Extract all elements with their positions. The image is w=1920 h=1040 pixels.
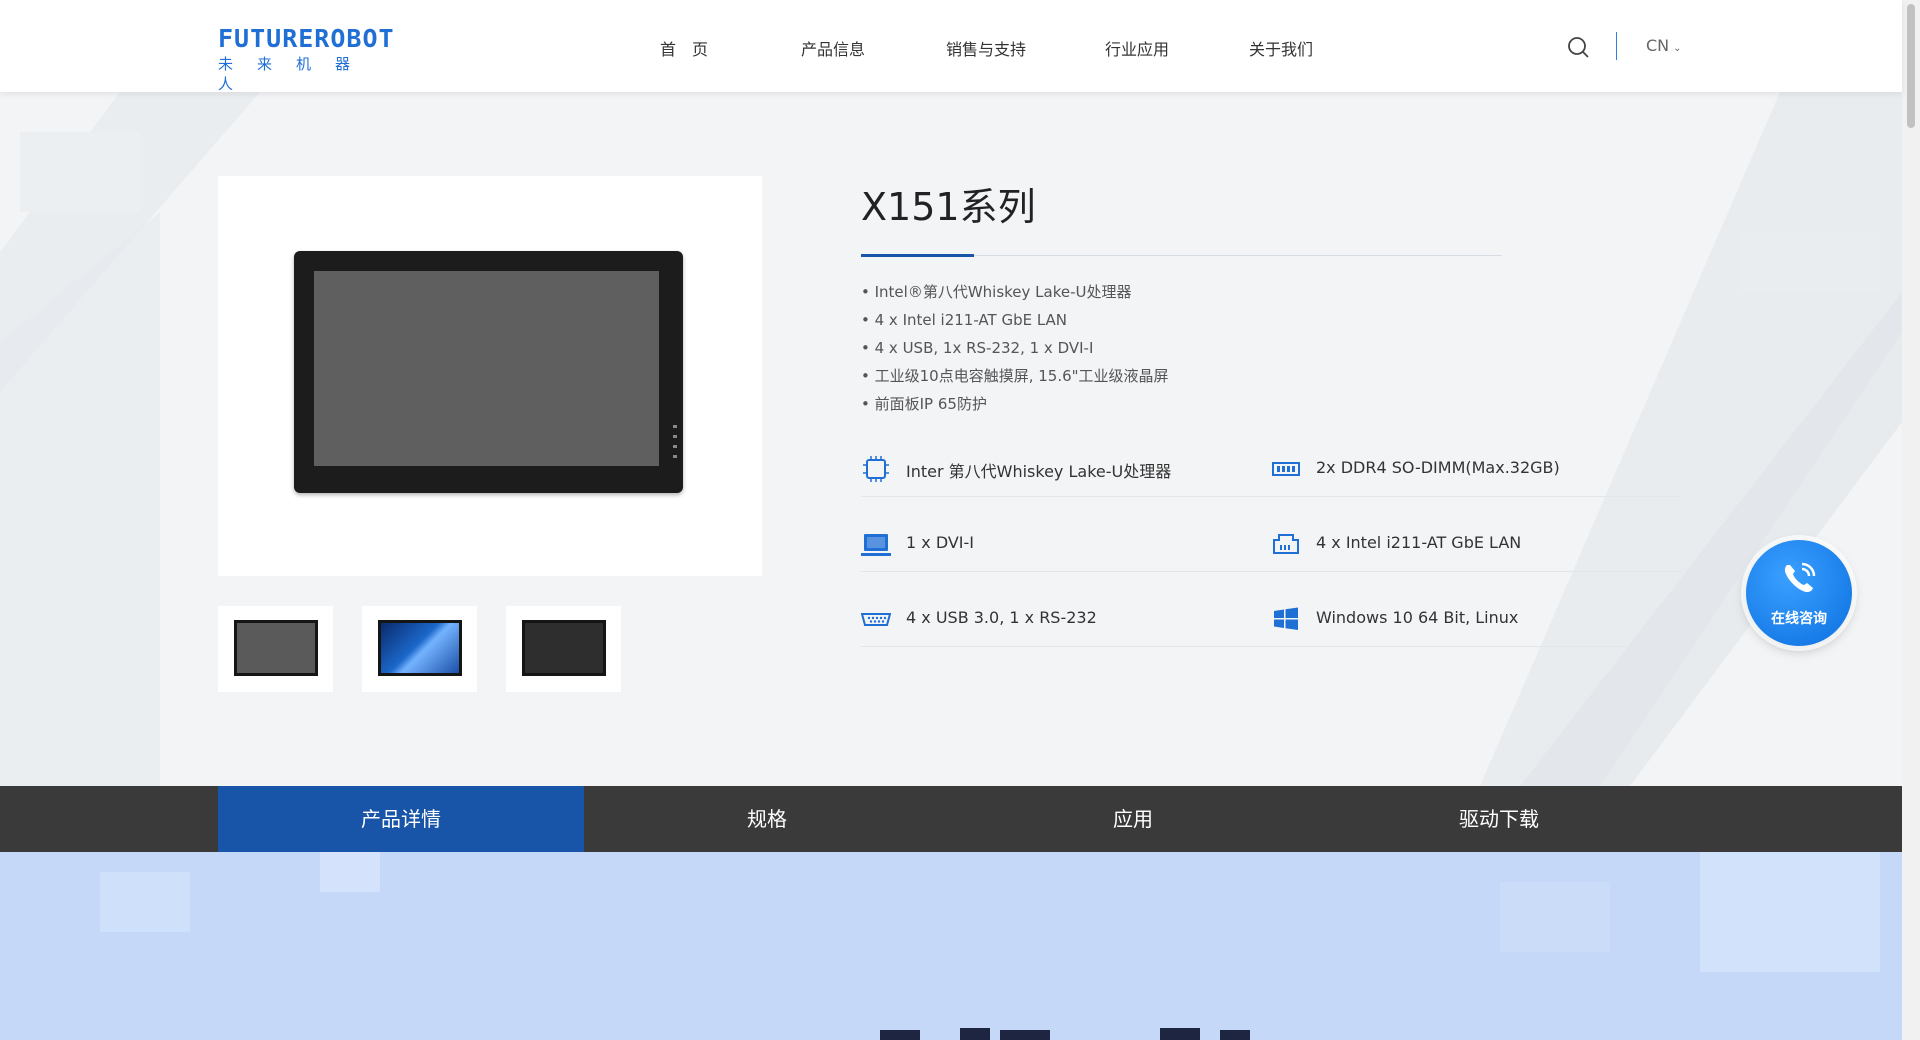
spec-cpu: Inter 第八代Whiskey Lake-U处理器 (861, 432, 1241, 506)
nav-home[interactable]: 首 页 (660, 36, 708, 60)
tab-applications[interactable]: 应用 (950, 786, 1316, 852)
consult-label: 在线咨询 (1771, 611, 1827, 627)
search-icon[interactable] (1567, 36, 1589, 58)
spec-os: Windows 10 64 Bit, Linux (1271, 582, 1671, 656)
language-label: CN (1646, 36, 1670, 55)
header-divider (1616, 32, 1617, 60)
feature-item: • 4 x Intel i211-AT GbE LAN (861, 311, 1068, 329)
language-selector[interactable]: CN ⌄ (1646, 36, 1682, 55)
cpu-icon (863, 456, 889, 482)
feature-item: • 4 x USB, 1x RS-232, 1 x DVI-I (861, 339, 1094, 357)
spec-text: 4 x Intel i211-AT GbE LAN (1316, 533, 1522, 552)
scrollbar-thumb[interactable] (1907, 4, 1915, 128)
tab-product-details[interactable]: 产品详情 (218, 786, 584, 852)
feature-item: • 工业级10点电容触摸屏, 15.6"工业级液晶屏 (861, 367, 1169, 385)
feature-item: • Intel®第八代Whiskey Lake-U处理器 (861, 283, 1132, 301)
logo-text-cn: 未来机器人 (218, 55, 375, 93)
detail-tab-bar: 产品详情 规格 应用 驱动下载 (0, 786, 1902, 852)
feature-list: • Intel®第八代Whiskey Lake-U处理器 • 4 x Intel… (861, 278, 1169, 418)
feature-item: • 前面板IP 65防护 (861, 395, 987, 413)
spec-lan: 4 x Intel i211-AT GbE LAN (1271, 507, 1671, 581)
spec-display: 1 x DVI-I (861, 507, 1241, 581)
title-accent-bar (861, 254, 974, 257)
windows-icon (1274, 607, 1298, 630)
spec-divider (861, 496, 1681, 497)
spec-text: Windows 10 64 Bit, Linux (1316, 608, 1519, 627)
product-title: X151系列 (861, 185, 1036, 229)
thumbnail-1[interactable] (218, 606, 333, 692)
nav-about[interactable]: 关于我们 (1249, 36, 1313, 60)
details-banner (0, 852, 1902, 1040)
panel-pc-image (294, 251, 683, 493)
logo-text-en: FUTUREROBOT (218, 24, 395, 53)
thumbnail-3[interactable] (506, 606, 621, 692)
spec-text: 2x DDR4 SO-DIMM(Max.32GB) (1316, 458, 1560, 477)
spec-text: 1 x DVI-I (906, 533, 975, 552)
display-icon (861, 534, 891, 556)
phone-icon (1784, 562, 1816, 593)
spec-usb: 4 x USB 3.0, 1 x RS-232 (861, 582, 1241, 656)
spec-text: Inter 第八代Whiskey Lake-U处理器 (906, 462, 1172, 481)
thumbnail-2[interactable] (362, 606, 477, 692)
spec-divider (861, 571, 1681, 572)
nav-industry[interactable]: 行业应用 (1105, 36, 1169, 60)
main-product-image (218, 176, 762, 576)
chevron-down-icon: ⌄ (1673, 43, 1682, 54)
nav-products[interactable]: 产品信息 (801, 36, 865, 60)
spec-memory: 2x DDR4 SO-DIMM(Max.32GB) (1271, 432, 1671, 506)
spec-divider (861, 646, 1681, 647)
tab-driver-download[interactable]: 驱动下载 (1316, 786, 1682, 852)
logo[interactable]: FUTUREROBOT 未来机器人 (218, 26, 408, 94)
page-scrollbar[interactable] (1902, 0, 1920, 1040)
spec-text: 4 x USB 3.0, 1 x RS-232 (906, 608, 1097, 627)
nav-sales-support[interactable]: 销售与支持 (946, 36, 1026, 60)
online-consult-button[interactable]: 在线咨询 (1746, 540, 1852, 646)
tab-specifications[interactable]: 规格 (584, 786, 950, 852)
usb-port-icon (861, 613, 891, 626)
lan-icon (1273, 534, 1299, 554)
site-header: FUTUREROBOT 未来机器人 首 页 产品信息 销售与支持 行业应用 关于… (0, 0, 1902, 94)
memory-icon (1272, 462, 1300, 476)
